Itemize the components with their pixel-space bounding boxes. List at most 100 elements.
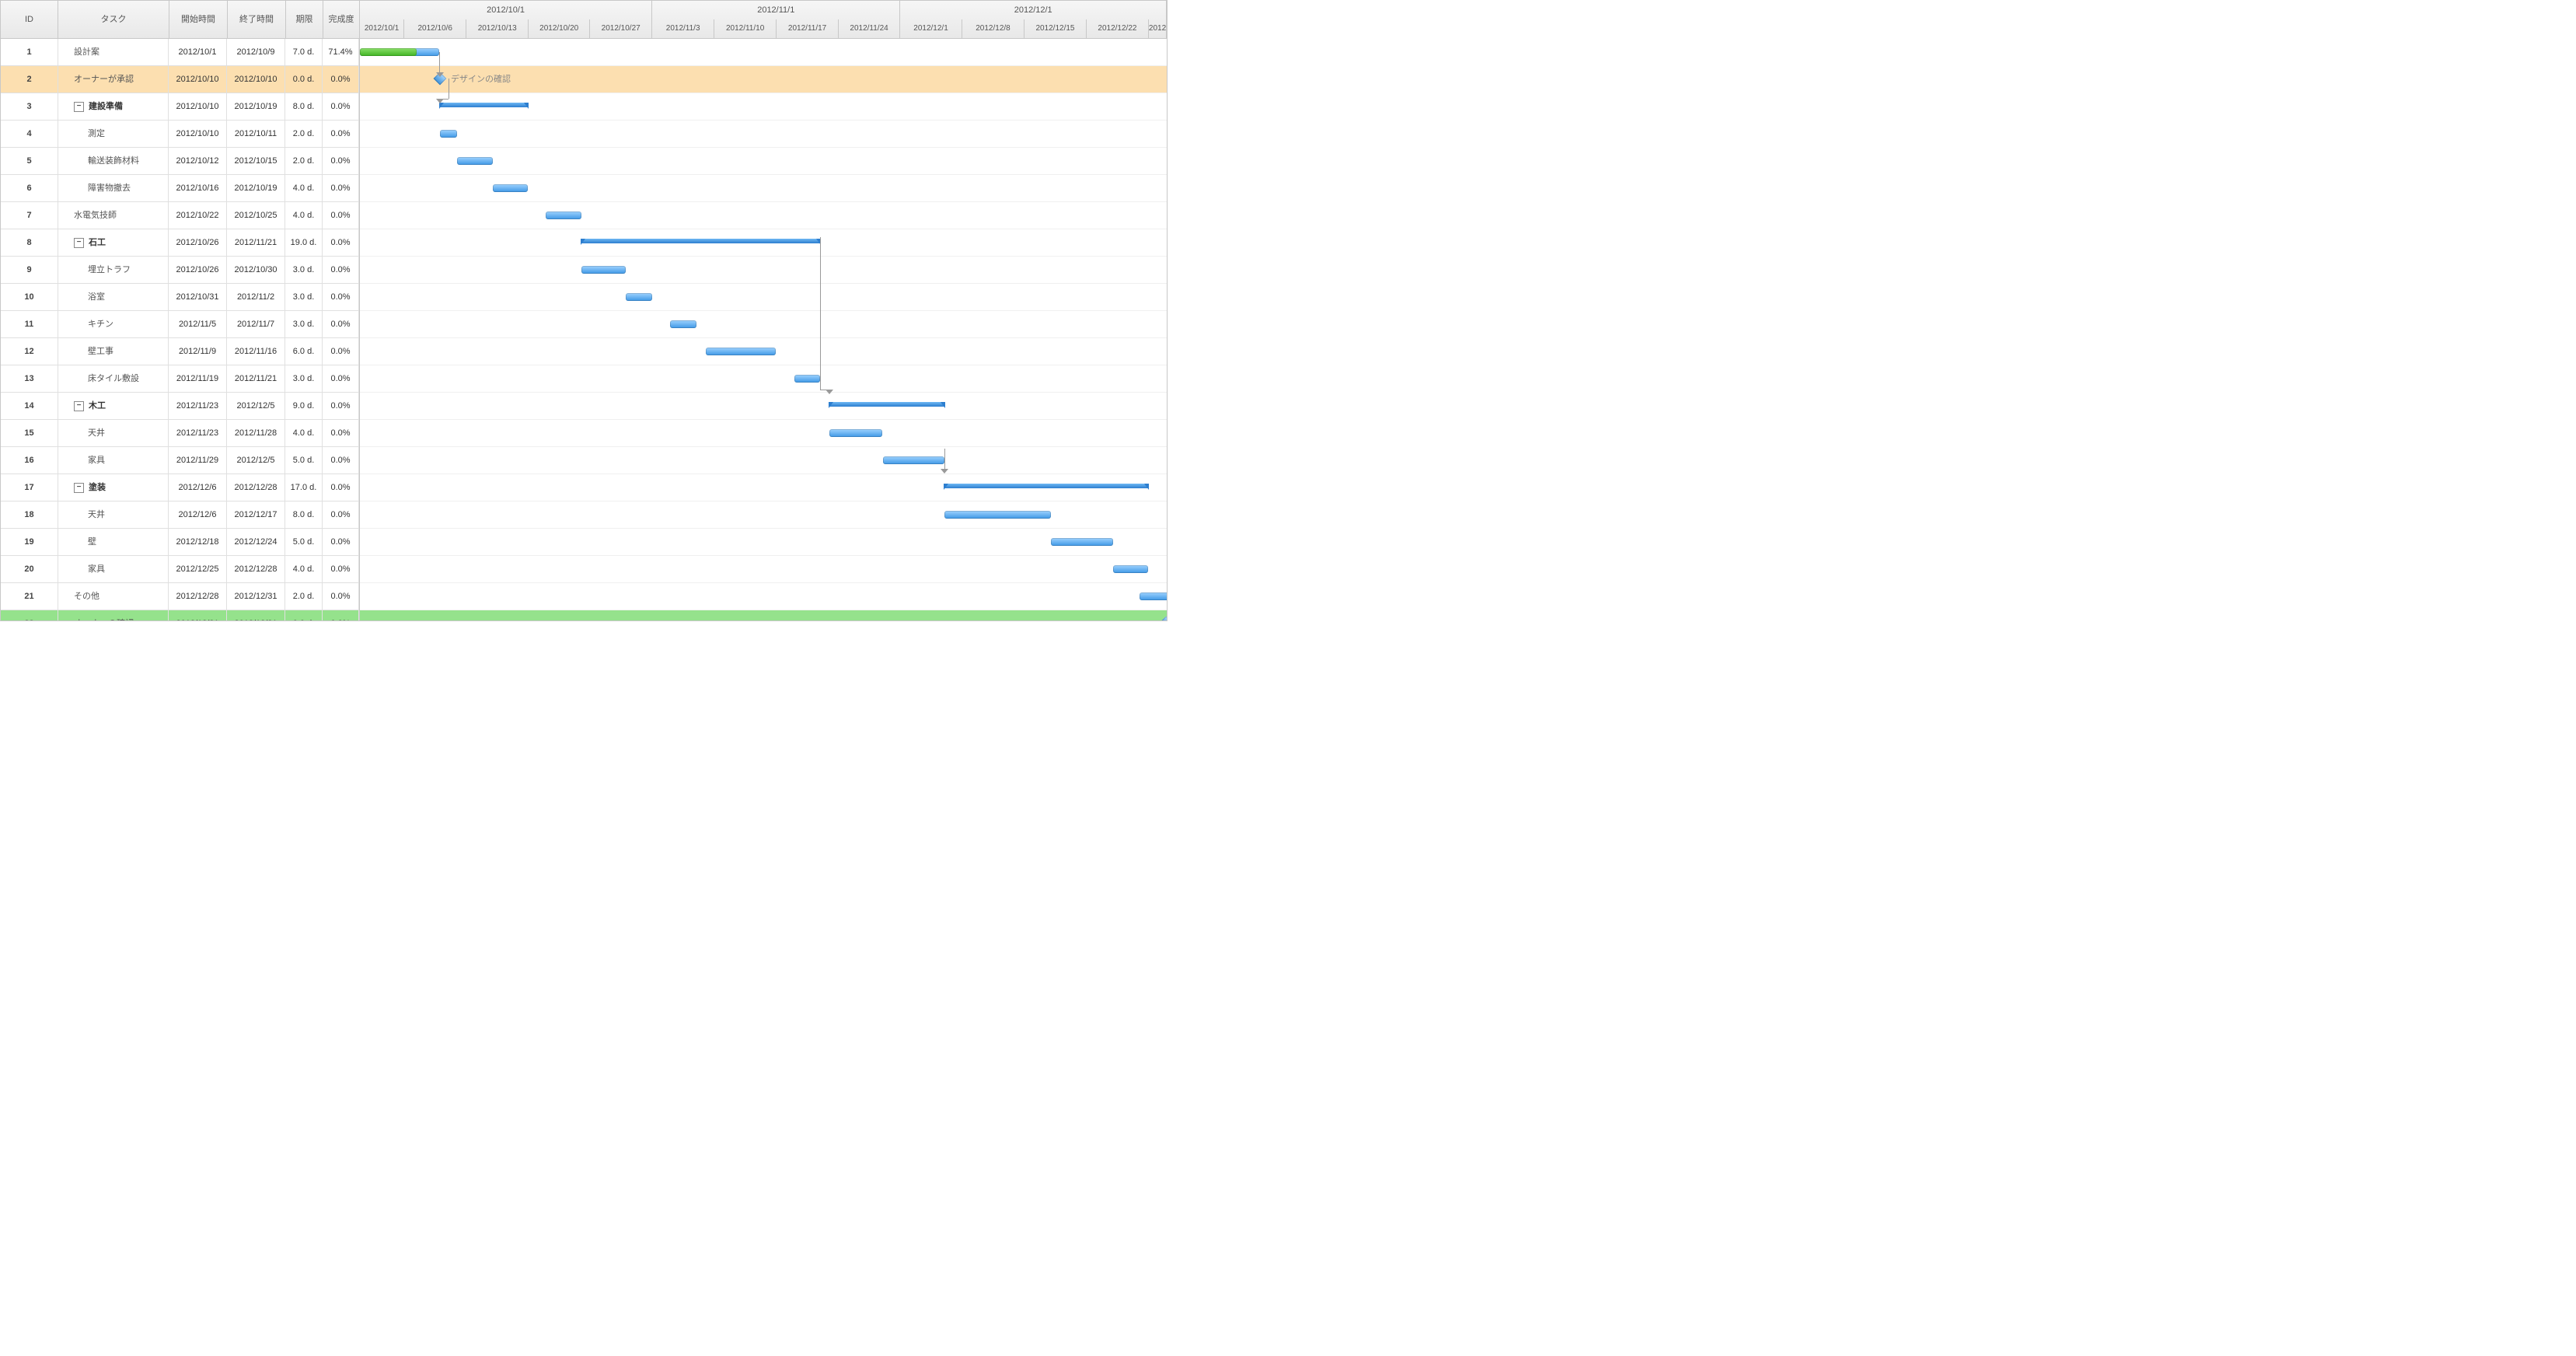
cell-task[interactable]: オーナーの確認 xyxy=(58,610,169,621)
task-bar[interactable] xyxy=(581,266,626,274)
chart-row[interactable]: デザインの確認 xyxy=(360,66,1167,93)
chart-row[interactable] xyxy=(360,284,1167,311)
timeline-week[interactable]: 2012/12/1 xyxy=(900,19,962,38)
task-bar[interactable] xyxy=(440,130,457,138)
cell-task[interactable]: 水電気技師 xyxy=(58,202,169,229)
table-row[interactable]: 12壁工事2012/11/92012/11/166.0 d.0.0% xyxy=(1,338,359,365)
timeline-week[interactable]: 2012/11/3 xyxy=(652,19,714,38)
col-header-task[interactable]: タスク xyxy=(58,1,169,38)
cell-task[interactable]: −石工 xyxy=(58,229,169,256)
timeline-month[interactable]: 2012/10/1 xyxy=(360,1,652,19)
chart-row[interactable] xyxy=(360,257,1167,284)
task-bar[interactable] xyxy=(493,184,528,192)
chart-row[interactable] xyxy=(360,39,1167,66)
col-header-end[interactable]: 終了時間 xyxy=(228,1,286,38)
timeline-week[interactable]: 2012/12/8 xyxy=(962,19,1024,38)
table-row[interactable]: 14−木工2012/11/232012/12/59.0 d.0.0% xyxy=(1,393,359,420)
chart-row[interactable] xyxy=(360,420,1167,447)
table-row[interactable]: 1設計案2012/10/12012/10/97.0 d.71.4% xyxy=(1,39,359,66)
timeline-body[interactable]: デザインの確認 xyxy=(360,39,1167,620)
chart-row[interactable] xyxy=(360,175,1167,202)
chart-row[interactable] xyxy=(360,202,1167,229)
timeline-week[interactable]: 2012/11/24 xyxy=(839,19,900,38)
cell-task[interactable]: 障害物撤去 xyxy=(58,175,169,201)
task-bar[interactable] xyxy=(944,511,1051,519)
cell-task[interactable]: −塗装 xyxy=(58,474,169,501)
chart-row[interactable] xyxy=(360,229,1167,257)
table-row[interactable]: 21その他2012/12/282012/12/312.0 d.0.0% xyxy=(1,583,359,610)
table-row[interactable]: 22オーナーの確認2012/12/312012/12/310.0 d.0.0% xyxy=(1,610,359,621)
col-header-duration[interactable]: 期限 xyxy=(286,1,323,38)
chart-row[interactable] xyxy=(360,365,1167,393)
table-row[interactable]: 4測定2012/10/102012/10/112.0 d.0.0% xyxy=(1,121,359,148)
task-bar[interactable] xyxy=(546,211,581,219)
task-bar[interactable] xyxy=(706,348,776,355)
task-bar[interactable] xyxy=(1113,565,1148,573)
cell-task[interactable]: 壁 xyxy=(58,529,169,555)
cell-task[interactable]: 家具 xyxy=(58,447,169,474)
chart-row[interactable] xyxy=(360,502,1167,529)
chart-row[interactable] xyxy=(360,148,1167,175)
col-header-id[interactable]: ID xyxy=(1,1,58,38)
chart-row[interactable] xyxy=(360,556,1167,583)
chart-row[interactable] xyxy=(360,529,1167,556)
cell-task[interactable]: 埋立トラフ xyxy=(58,257,169,283)
task-bar[interactable] xyxy=(626,293,652,301)
chart-row[interactable] xyxy=(360,610,1167,620)
cell-task[interactable]: −建設準備 xyxy=(58,93,169,120)
table-row[interactable]: 9埋立トラフ2012/10/262012/10/303.0 d.0.0% xyxy=(1,257,359,284)
task-bar[interactable] xyxy=(829,429,882,437)
table-row[interactable]: 11キチン2012/11/52012/11/73.0 d.0.0% xyxy=(1,311,359,338)
task-bar[interactable] xyxy=(883,456,944,464)
table-row[interactable]: 16家具2012/11/292012/12/55.0 d.0.0% xyxy=(1,447,359,474)
chart-row[interactable] xyxy=(360,121,1167,148)
timeline-month[interactable]: 2012/12/1 xyxy=(900,1,1167,19)
timeline-week[interactable]: 2012/10/13 xyxy=(466,19,529,38)
table-row[interactable]: 17−塗装2012/12/62012/12/2817.0 d.0.0% xyxy=(1,474,359,502)
timeline-week[interactable]: 2012/11/17 xyxy=(777,19,839,38)
cell-task[interactable]: 設計案 xyxy=(58,39,169,65)
chart-row[interactable] xyxy=(360,311,1167,338)
chart-row[interactable] xyxy=(360,93,1167,121)
summary-bar[interactable] xyxy=(581,239,820,243)
table-row[interactable]: 8−石工2012/10/262012/11/2119.0 d.0.0% xyxy=(1,229,359,257)
summary-bar[interactable] xyxy=(440,103,528,107)
cell-task[interactable]: その他 xyxy=(58,583,169,610)
chart-row[interactable] xyxy=(360,474,1167,502)
task-bar[interactable] xyxy=(1051,538,1113,546)
table-row[interactable]: 3−建設準備2012/10/102012/10/198.0 d.0.0% xyxy=(1,93,359,121)
cell-task[interactable]: 天井 xyxy=(58,420,169,446)
col-header-start[interactable]: 開始時間 xyxy=(169,1,228,38)
cell-task[interactable]: 輸送装飾材料 xyxy=(58,148,169,174)
task-bar[interactable] xyxy=(1140,592,1167,600)
chart-row[interactable] xyxy=(360,583,1167,610)
table-row[interactable]: 19壁2012/12/182012/12/245.0 d.0.0% xyxy=(1,529,359,556)
task-bar[interactable] xyxy=(794,375,820,383)
cell-task[interactable]: 壁工事 xyxy=(58,338,169,365)
cell-task[interactable]: 浴室 xyxy=(58,284,169,310)
cell-task[interactable]: 床タイル敷設 xyxy=(58,365,169,392)
chart-row[interactable] xyxy=(360,338,1167,365)
table-row[interactable]: 2オーナーが承認2012/10/102012/10/100.0 d.0.0% xyxy=(1,66,359,93)
collapse-toggle-icon[interactable]: − xyxy=(74,238,84,248)
timeline-week[interactable]: 2012/11/10 xyxy=(714,19,777,38)
collapse-toggle-icon[interactable]: − xyxy=(74,102,84,112)
table-row[interactable]: 13床タイル敷設2012/11/192012/11/213.0 d.0.0% xyxy=(1,365,359,393)
summary-bar[interactable] xyxy=(829,402,944,407)
table-row[interactable]: 10浴室2012/10/312012/11/23.0 d.0.0% xyxy=(1,284,359,311)
table-row[interactable]: 18天井2012/12/62012/12/178.0 d.0.0% xyxy=(1,502,359,529)
table-row[interactable]: 5輸送装飾材料2012/10/122012/10/152.0 d.0.0% xyxy=(1,148,359,175)
summary-bar[interactable] xyxy=(944,484,1148,488)
timeline-week[interactable]: 2012/10/1 xyxy=(360,19,404,38)
table-row[interactable]: 6障害物撤去2012/10/162012/10/194.0 d.0.0% xyxy=(1,175,359,202)
cell-task[interactable]: 天井 xyxy=(58,502,169,528)
timeline-panel[interactable]: 2012/10/12012/11/12012/12/1 2012/10/1201… xyxy=(360,1,1167,620)
chart-row[interactable] xyxy=(360,447,1167,474)
task-bar[interactable] xyxy=(457,157,493,165)
timeline-week[interactable]: 2012/10/20 xyxy=(529,19,590,38)
cell-task[interactable]: 家具 xyxy=(58,556,169,582)
cell-task[interactable]: キチン xyxy=(58,311,169,337)
col-header-completion[interactable]: 完成度 xyxy=(323,1,359,38)
timeline-month[interactable]: 2012/11/1 xyxy=(652,1,900,19)
timeline-week[interactable]: 2012/12/22 xyxy=(1087,19,1149,38)
